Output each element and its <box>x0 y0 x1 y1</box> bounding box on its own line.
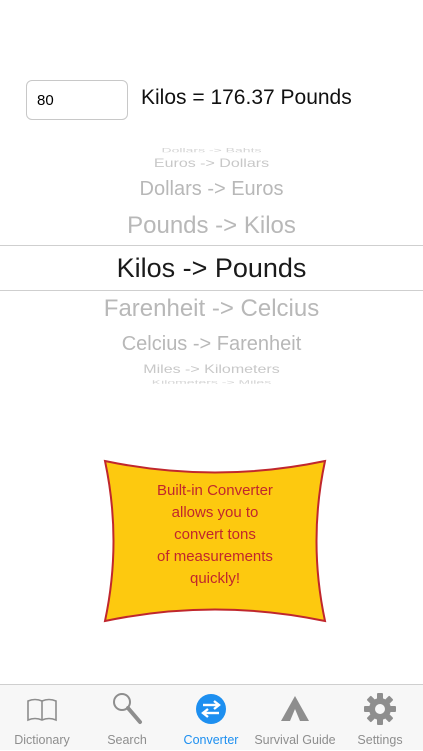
tab-survival-guide[interactable]: Survival Guide <box>253 685 337 751</box>
tab-dictionary[interactable]: Dictionary <box>0 685 84 751</box>
tab-converter[interactable]: Converter <box>169 685 253 751</box>
tab-bar: Dictionary Search Converter Survival Gui… <box>0 684 423 750</box>
callout-line: Built-in Converter <box>157 482 273 499</box>
picker-item[interactable]: Euros -> Dollars <box>0 157 423 171</box>
tab-label: Converter <box>183 733 239 747</box>
conversion-type-picker[interactable]: Dollars -> Bahts Euros -> Dollars Dollar… <box>0 145 423 385</box>
tab-label: Search <box>107 733 147 747</box>
amount-input[interactable] <box>26 80 128 120</box>
callout-line: of measurements <box>157 548 273 565</box>
picker-item[interactable]: Farenheit -> Celcius <box>0 295 423 323</box>
picker-item[interactable]: Celcius -> Farenheit <box>0 333 423 356</box>
callout-text: Built-in Converter allows you to convert… <box>102 480 328 590</box>
picker-selection-top-line <box>0 245 423 246</box>
tab-settings[interactable]: Settings <box>338 685 422 751</box>
tab-label: Settings <box>357 733 403 747</box>
picker-item[interactable]: Dollars -> Bahts <box>0 148 423 153</box>
book-icon <box>27 698 57 722</box>
callout-line: quickly! <box>189 570 241 587</box>
converter-row: Kilos = 176.37 Pounds <box>26 80 406 122</box>
picker-item[interactable]: Kilometers -> Miles <box>0 380 423 384</box>
gear-icon <box>364 693 396 725</box>
tab-search[interactable]: Search <box>85 685 169 751</box>
callout-line: allows you to <box>171 504 259 521</box>
tent-icon <box>281 696 309 721</box>
convert-arrows-icon <box>196 694 226 724</box>
picker-item[interactable]: Miles -> Kilometers <box>0 363 423 377</box>
picker-item[interactable]: Dollars -> Euros <box>0 178 423 201</box>
picker-item[interactable]: Pounds -> Kilos <box>0 212 423 240</box>
magnifier-icon <box>113 693 142 724</box>
callout-line: convert tons <box>174 526 256 543</box>
picker-item-selected[interactable]: Kilos -> Pounds <box>0 253 423 284</box>
picker-selection-bottom-line <box>0 290 423 291</box>
tab-label: Survival Guide <box>254 733 336 747</box>
tab-label: Dictionary <box>14 733 70 747</box>
feature-callout: Built-in Converter allows you to convert… <box>102 458 328 624</box>
conversion-result: Kilos = 176.37 Pounds <box>141 86 352 109</box>
